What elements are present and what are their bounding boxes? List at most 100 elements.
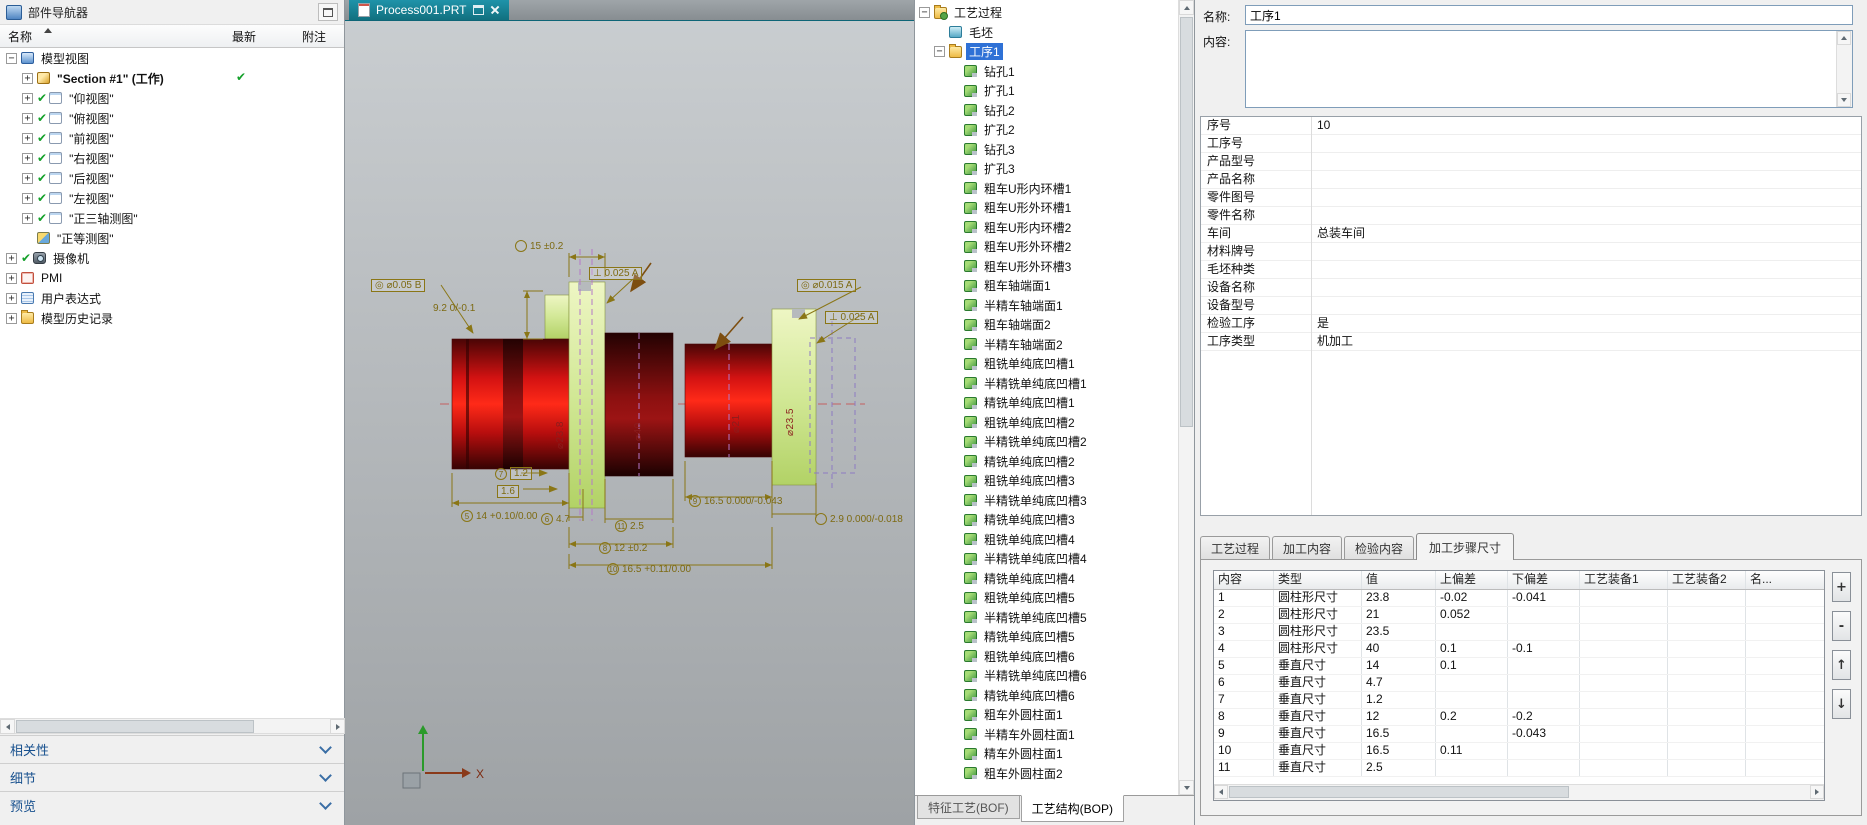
scroll-left-button[interactable]: [0, 719, 15, 734]
process-tree-row-label[interactable]: 钻孔1: [981, 63, 1018, 80]
process-tree-row[interactable]: 精铣单纯底凹槽5: [915, 627, 1178, 647]
dimension-table-row[interactable]: 8 垂直尺寸 12 0.2 -0.2: [1214, 709, 1824, 726]
process-tree-row[interactable]: 粗铣单纯底凹槽6: [915, 647, 1178, 667]
process-tree-row[interactable]: 半精车轴端面2: [915, 335, 1178, 355]
dimension-table-row[interactable]: 1 圆柱形尺寸 23.8 -0.02 -0.041: [1214, 590, 1824, 607]
process-tree-row[interactable]: 粗车外圆柱面2: [915, 764, 1178, 784]
part-tree-row-label[interactable]: PMI: [38, 271, 65, 285]
process-tree-row-label[interactable]: 半精车轴端面2: [981, 336, 1066, 353]
property-value[interactable]: [1311, 189, 1861, 206]
process-tree-row-label[interactable]: 半精铣单纯底凹槽3: [981, 492, 1090, 509]
process-tree-row[interactable]: 粗车U形外环槽1: [915, 198, 1178, 218]
part-tree-row[interactable]: + ✔ "后视图": [0, 168, 344, 188]
expand-toggle[interactable]: +: [22, 152, 33, 164]
process-tree-row-label[interactable]: 半精铣单纯底凹槽1: [981, 375, 1090, 392]
process-tree-row-label[interactable]: 粗铣单纯底凹槽4: [981, 531, 1078, 548]
property-value[interactable]: [1311, 279, 1861, 296]
process-tree-row[interactable]: 半精车外圆柱面1: [915, 725, 1178, 745]
process-bottom-tab[interactable]: 特征工艺(BOF): [917, 796, 1020, 819]
collapse-toggle[interactable]: −: [934, 46, 945, 58]
process-tree-row-label[interactable]: 精铣单纯底凹槽2: [981, 453, 1078, 470]
part-tree-row[interactable]: + 模型历史记录: [0, 308, 344, 328]
horizontal-scrollbar[interactable]: [0, 718, 345, 734]
undock-button[interactable]: [318, 3, 338, 21]
table-column-header[interactable]: 值: [1362, 571, 1436, 589]
process-tree-row[interactable]: 粗铣单纯底凹槽4: [915, 530, 1178, 550]
process-tree-row[interactable]: 半精铣单纯底凹槽1: [915, 374, 1178, 394]
dimension-table-row[interactable]: 9 垂直尺寸 16.5 -0.043: [1214, 726, 1824, 743]
expand-toggle[interactable]: +: [6, 312, 17, 324]
property-row[interactable]: 车间 总装车间: [1201, 225, 1861, 243]
process-tree-row[interactable]: 扩孔1: [915, 81, 1178, 101]
process-tree-row[interactable]: 扩孔2: [915, 120, 1178, 140]
process-tree-row-label[interactable]: 半精车外圆柱面1: [981, 726, 1078, 743]
part-tree-row-label[interactable]: 摄像机: [50, 250, 92, 267]
process-tree-row[interactable]: 钻孔3: [915, 140, 1178, 160]
process-tree-row-label[interactable]: 粗车U形内环槽1: [981, 180, 1074, 197]
scroll-up-button[interactable]: [1179, 0, 1194, 15]
process-tree-row[interactable]: 粗铣单纯底凹槽5: [915, 588, 1178, 608]
expand-toggle[interactable]: +: [6, 272, 17, 284]
expand-toggle[interactable]: +: [6, 252, 17, 264]
property-row[interactable]: 工序号: [1201, 135, 1861, 153]
process-tree-row-label[interactable]: 粗铣单纯底凹槽5: [981, 589, 1078, 606]
process-tree-row[interactable]: 半精铣单纯底凹槽4: [915, 549, 1178, 569]
panel-section-header[interactable]: 相关性: [0, 735, 344, 763]
property-row[interactable]: 零件名称: [1201, 207, 1861, 225]
operation-content-textarea[interactable]: [1245, 30, 1853, 108]
property-value[interactable]: [1311, 297, 1861, 314]
property-row[interactable]: 设备型号: [1201, 297, 1861, 315]
property-row[interactable]: 毛坯种类: [1201, 261, 1861, 279]
property-value[interactable]: [1311, 153, 1861, 170]
property-row[interactable]: 零件图号: [1201, 189, 1861, 207]
property-value[interactable]: 总装车间: [1311, 225, 1861, 242]
process-tree-row[interactable]: 粗车轴端面1: [915, 276, 1178, 296]
dimension-table-row[interactable]: 7 垂直尺寸 1.2: [1214, 692, 1824, 709]
process-bottom-tab[interactable]: 工艺结构(BOP): [1020, 795, 1125, 822]
process-tree-row-label[interactable]: 半精铣单纯底凹槽6: [981, 667, 1090, 684]
part-tree-row-label[interactable]: 用户表达式: [38, 290, 104, 307]
detail-tab[interactable]: 检验内容: [1344, 536, 1415, 560]
part-tree-row-label[interactable]: "右视图": [66, 150, 117, 167]
expand-toggle[interactable]: +: [22, 92, 33, 104]
process-tree-row[interactable]: 半精铣单纯底凹槽2: [915, 432, 1178, 452]
process-tree-row[interactable]: 粗车U形外环槽2: [915, 237, 1178, 257]
process-tree-row-label[interactable]: 半精铣单纯底凹槽5: [981, 609, 1090, 626]
property-value[interactable]: 10: [1311, 117, 1861, 134]
scrollbar-thumb[interactable]: [1229, 786, 1569, 798]
process-tree-row[interactable]: 粗车U形内环槽2: [915, 218, 1178, 238]
visibility-check-icon[interactable]: ✔: [37, 91, 47, 105]
visibility-check-icon[interactable]: ✔: [37, 151, 47, 165]
part-tree-row-label[interactable]: 模型历史记录: [38, 310, 116, 327]
property-value[interactable]: 机加工: [1311, 333, 1861, 350]
process-tree-row-label[interactable]: 粗车U形外环槽2: [981, 238, 1074, 255]
table-column-header[interactable]: 工艺装备1: [1580, 571, 1668, 589]
dimension-table-row[interactable]: 2 圆柱形尺寸 21 0.052: [1214, 607, 1824, 624]
part-tree-row-label[interactable]: "俯视图": [66, 110, 117, 127]
part-tree-row-label[interactable]: "Section #1" (工作): [54, 70, 167, 87]
process-tree-row-label[interactable]: 粗铣单纯底凹槽6: [981, 648, 1078, 665]
process-tree-row-label[interactable]: 毛坯: [966, 24, 996, 41]
part-tree-row[interactable]: + ✔ "正三轴测图": [0, 208, 344, 228]
dimension-table-row[interactable]: 5 垂直尺寸 14 0.1: [1214, 658, 1824, 675]
part-tree-row-label[interactable]: "正等测图": [54, 230, 117, 247]
process-tree-row[interactable]: 粗车U形内环槽1: [915, 179, 1178, 199]
part-tree-row[interactable]: + 用户表达式: [0, 288, 344, 308]
property-row[interactable]: 材料牌号: [1201, 243, 1861, 261]
process-tree-row-label[interactable]: 半精车轴端面1: [981, 297, 1066, 314]
part-tree-row-label[interactable]: "左视图": [66, 190, 117, 207]
property-row[interactable]: 序号 10: [1201, 117, 1861, 135]
process-tree-row-label[interactable]: 粗车外圆柱面1: [981, 706, 1066, 723]
table-column-header[interactable]: 上偏差: [1436, 571, 1508, 589]
scroll-up-button[interactable]: [1837, 31, 1851, 45]
process-tree-row-label[interactable]: 精铣单纯底凹槽1: [981, 394, 1078, 411]
property-value[interactable]: [1311, 171, 1861, 188]
process-tree-row[interactable]: 粗铣单纯底凹槽3: [915, 471, 1178, 491]
process-tree-row-label[interactable]: 粗车U形内环槽2: [981, 219, 1074, 236]
dimension-table-row[interactable]: 10 垂直尺寸 16.5 0.11: [1214, 743, 1824, 760]
visibility-check-icon[interactable]: ✔: [37, 111, 47, 125]
part-tree-row[interactable]: + PMI: [0, 268, 344, 288]
document-tab[interactable]: Process001.PRT: [349, 0, 509, 20]
move-row-up-button[interactable]: ↑: [1832, 650, 1851, 680]
part-tree-row-label[interactable]: 模型视图: [38, 50, 92, 67]
